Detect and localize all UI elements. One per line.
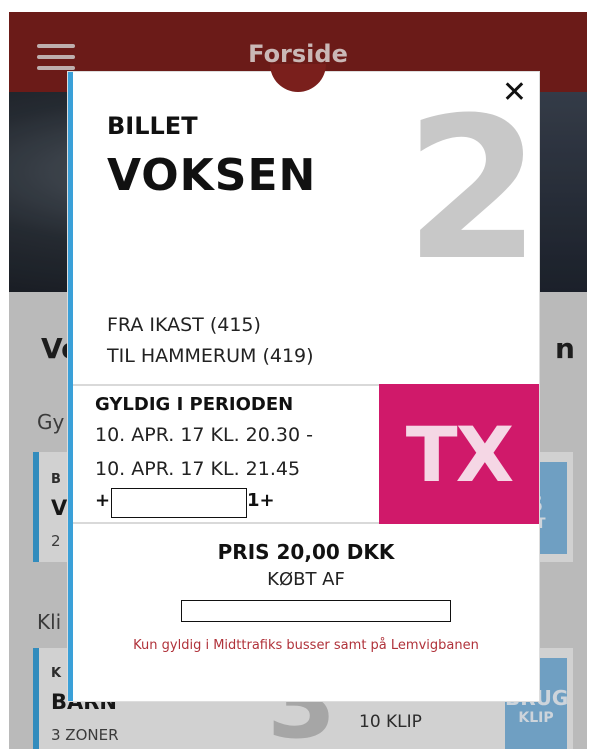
ticket-type-value: VOKSEN bbox=[107, 150, 317, 201]
period-end: 10. APR. 17 KL. 21.45 bbox=[95, 458, 301, 480]
close-icon[interactable]: ✕ bbox=[502, 78, 527, 108]
redacted-phone bbox=[111, 488, 247, 518]
ticket-modal: 2 ✕ BILLET VOKSEN FRA IKAST (415) TIL HA… bbox=[68, 72, 541, 701]
route-from: FRA IKAST (415) bbox=[107, 314, 261, 336]
redacted-buyer bbox=[181, 600, 451, 622]
ticket-price: PRIS 20,00 DKK bbox=[217, 540, 395, 564]
period-start: 10. APR. 17 KL. 20.30 - bbox=[95, 424, 313, 446]
validity-disclaimer: Kun gyldig i Midttrafiks busser samt på … bbox=[133, 638, 479, 653]
validity-period: GYLDIG I PERIODEN 10. APR. 17 KL. 20.30 … bbox=[73, 384, 379, 524]
operator-logo: TX bbox=[379, 384, 539, 524]
ticket-type-label: BILLET bbox=[107, 112, 198, 140]
phone-suffix: 1+ bbox=[247, 490, 275, 511]
route-to: TIL HAMMERUM (419) bbox=[107, 345, 314, 367]
period-heading: GYLDIG I PERIODEN bbox=[95, 394, 294, 415]
zone-number: 2 bbox=[404, 76, 541, 304]
bought-by-label: KØBT AF bbox=[267, 569, 345, 590]
phone-prefix: + bbox=[95, 490, 111, 511]
